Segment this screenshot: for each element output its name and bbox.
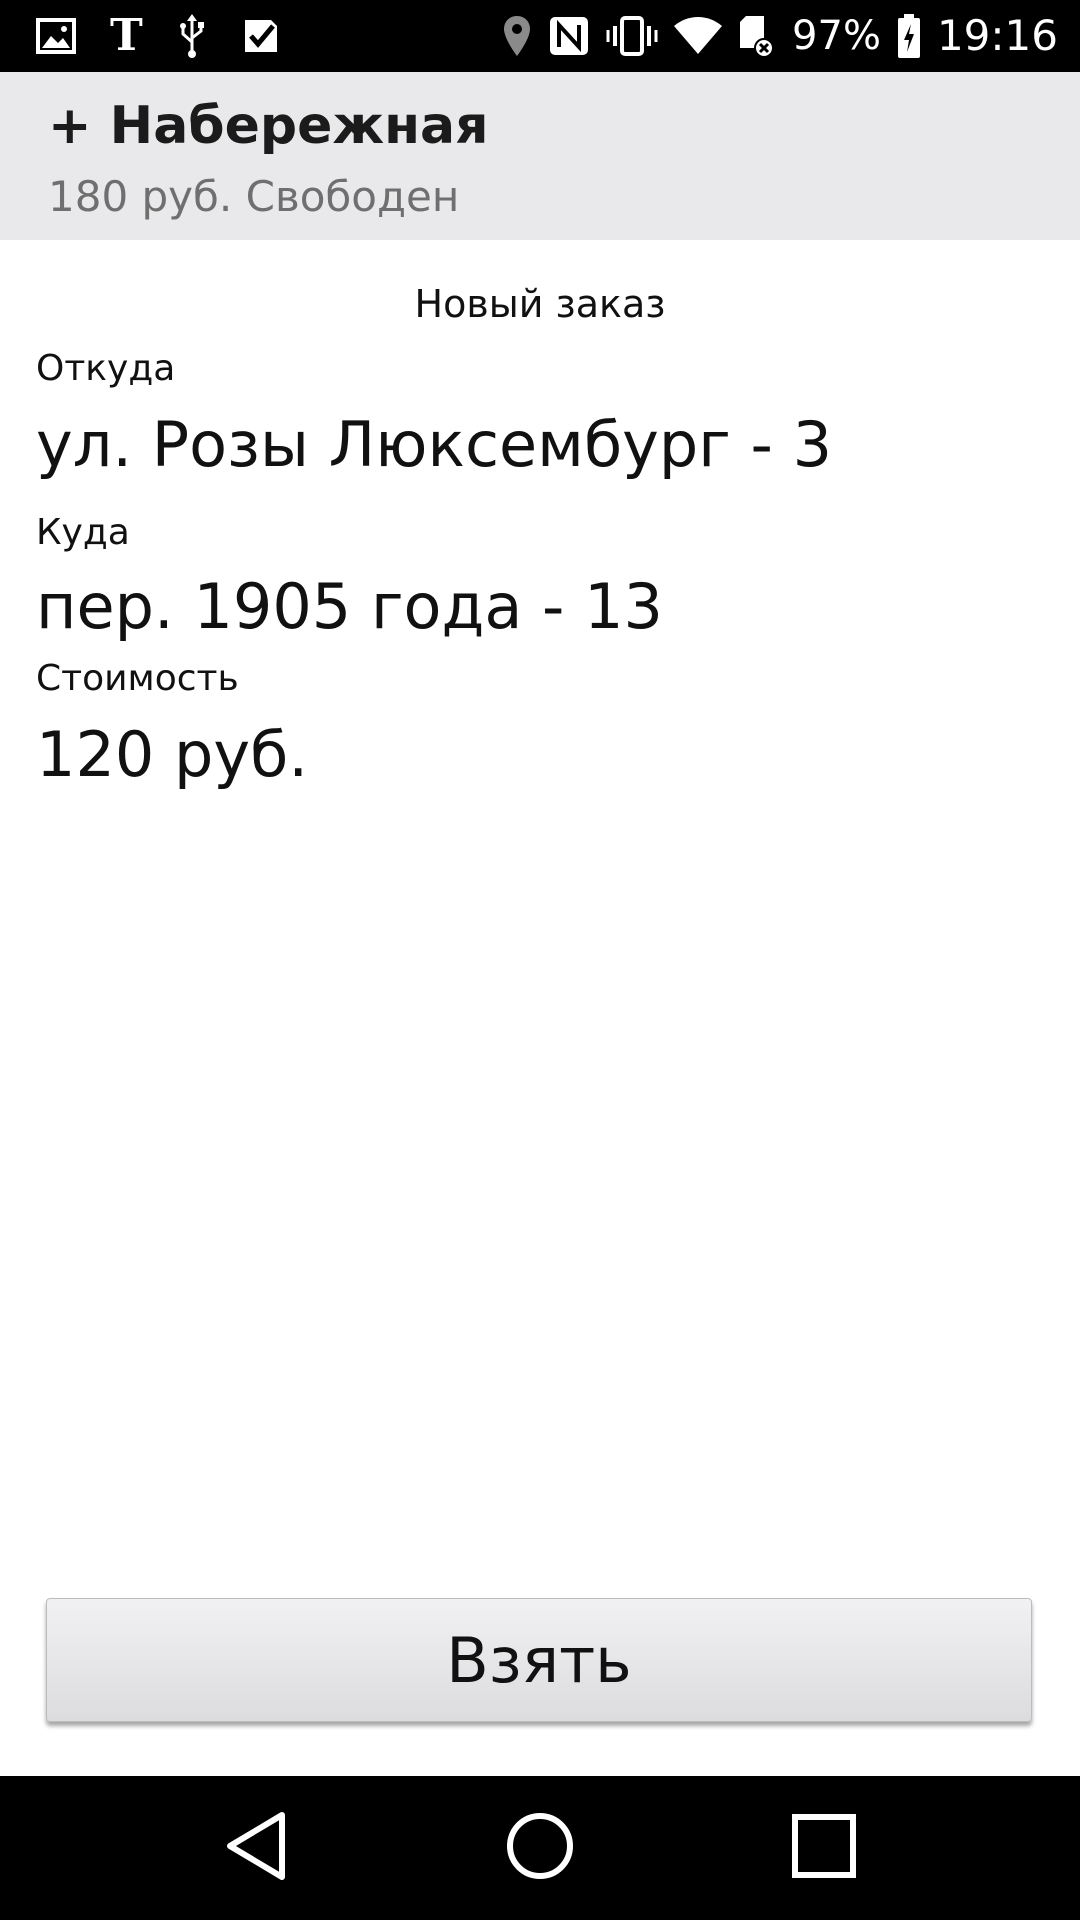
order-heading: Новый заказ	[414, 282, 666, 326]
cost-value: 120 руб.	[36, 718, 309, 791]
to-label: Куда	[36, 512, 130, 553]
recent-apps-button[interactable]	[744, 1776, 904, 1920]
nfc-icon	[548, 14, 590, 58]
home-button[interactable]	[460, 1776, 620, 1920]
header-subtitle: 180 руб. Свободен	[48, 172, 460, 221]
battery-percent: 97%	[792, 13, 881, 59]
back-button[interactable]	[176, 1776, 336, 1920]
sd-card-icon	[738, 14, 776, 58]
header-title[interactable]: + Набережная	[48, 96, 489, 156]
battery-charging-icon	[897, 14, 921, 58]
to-address: пер. 1905 года - 13	[36, 570, 663, 643]
header-bar: + Набережная 180 руб. Свободен	[0, 72, 1080, 240]
status-bar: T 97% 19:16	[0, 0, 1080, 72]
image-icon	[36, 14, 76, 58]
home-circle-icon	[505, 1811, 575, 1885]
text-icon: T	[110, 10, 143, 61]
status-bar-notifications: T	[36, 14, 281, 58]
vibrate-icon	[606, 14, 658, 58]
location-icon	[502, 14, 532, 58]
usb-icon	[177, 14, 207, 58]
check-icon	[241, 14, 281, 58]
status-bar-system: 97% 19:16	[502, 14, 1058, 58]
from-label: Откуда	[36, 348, 176, 389]
status-time: 19:16	[936, 11, 1058, 60]
recent-square-icon	[791, 1813, 857, 1883]
cost-label: Стоимость	[36, 658, 239, 699]
take-order-button[interactable]: Взять	[46, 1598, 1032, 1722]
wifi-icon	[674, 14, 723, 58]
from-address: ул. Розы Люксембург - 3	[36, 408, 833, 481]
navigation-bar	[0, 1776, 1080, 1920]
back-triangle-icon	[224, 1811, 288, 1885]
